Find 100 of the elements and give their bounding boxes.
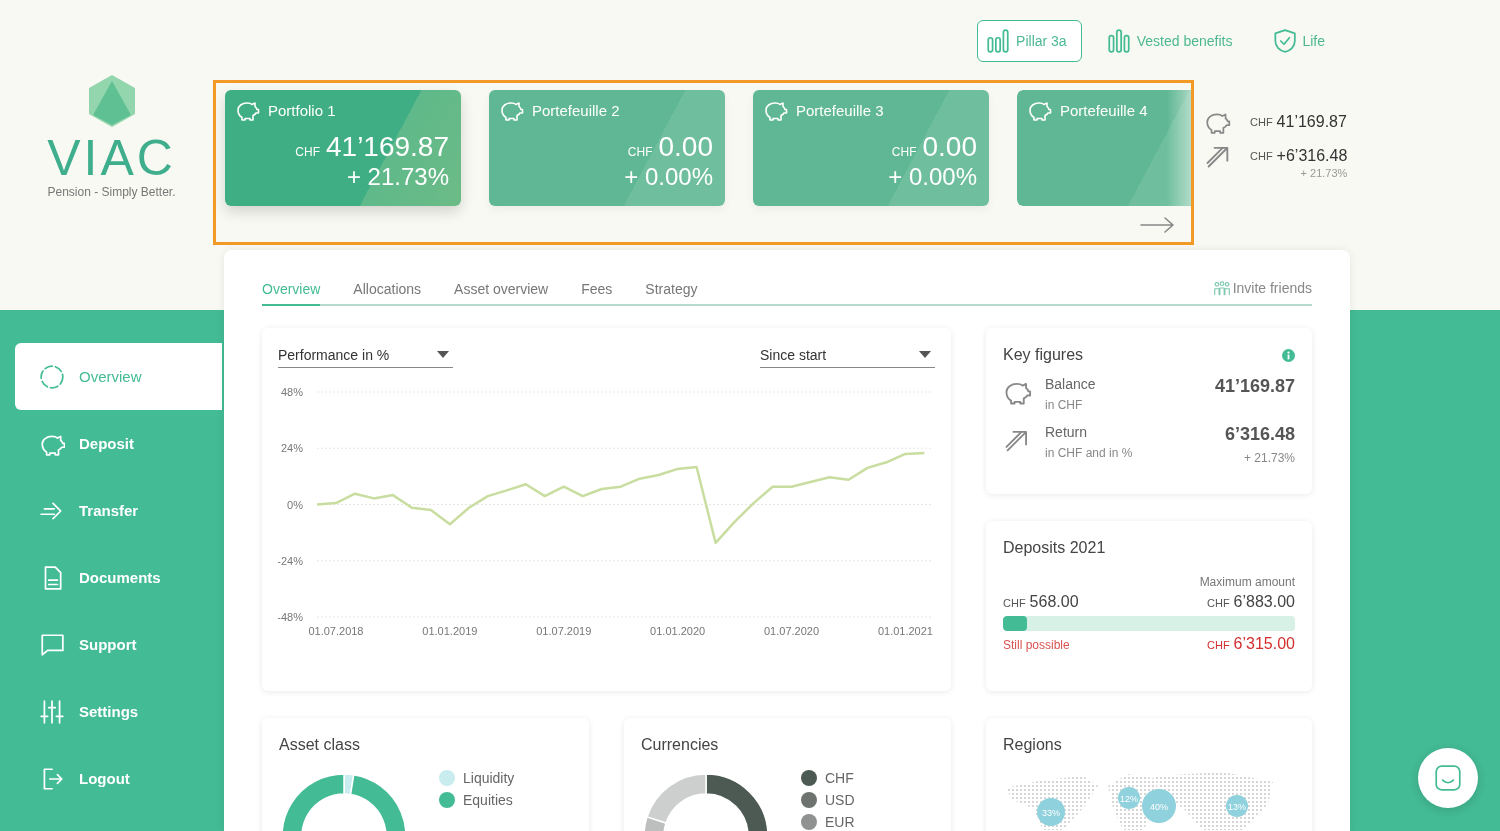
currency-label: CHF bbox=[1003, 597, 1026, 609]
region-bubble bbox=[1037, 798, 1065, 826]
region-bubble bbox=[1142, 789, 1176, 823]
figure-percentage: + 21.73% bbox=[1242, 451, 1295, 465]
caret-icon bbox=[437, 351, 449, 358]
maximum-amount: 6’883.00 bbox=[1233, 593, 1295, 611]
card-title: Currencies bbox=[641, 736, 720, 754]
portfolio-return: + 0.00% bbox=[624, 163, 713, 191]
sidebar-item[interactable]: Logout bbox=[15, 745, 222, 812]
settings-icon bbox=[39, 698, 65, 725]
caret-icon bbox=[919, 351, 931, 358]
x-axis-label: 01.07.2018 bbox=[308, 625, 364, 637]
x-axis-label: 01.07.2019 bbox=[536, 625, 592, 637]
portfolio-card[interactable]: Portefeuille 3 CHF 0.00 + 0.00% bbox=[753, 90, 989, 206]
region-percentage: 13% bbox=[1228, 801, 1246, 812]
region-percentage: 40% bbox=[1150, 801, 1168, 812]
region-percentage: 12% bbox=[1120, 793, 1138, 804]
dropdown[interactable]: Since start bbox=[760, 342, 935, 368]
currency-label: CHF bbox=[627, 145, 653, 159]
y-axis-label: -24% bbox=[278, 554, 303, 567]
y-axis-label: 48% bbox=[280, 386, 303, 398]
portfolio-balance: 0.00 bbox=[922, 131, 977, 163]
bars-icon bbox=[986, 28, 1011, 54]
x-axis-label: 01.01.2019 bbox=[422, 625, 478, 637]
figure-label: Return bbox=[1045, 424, 1089, 440]
logo-tagline: Pension - Simply Better. bbox=[47, 185, 176, 199]
sidebar-item[interactable]: Transfer bbox=[15, 477, 222, 544]
logo-wordmark: VIAC bbox=[47, 133, 176, 183]
currency-label: CHF bbox=[1250, 116, 1273, 128]
portfolio-name: Portefeuille 3 bbox=[796, 101, 884, 119]
total-balance: 41’169.87 bbox=[1276, 113, 1347, 131]
portfolio-name: Portefeuille 4 bbox=[1060, 101, 1148, 119]
total-return: +6’316.48 bbox=[1276, 147, 1348, 165]
product-tab[interactable]: Vested benefits bbox=[1097, 20, 1248, 62]
currency-label: CHF bbox=[891, 145, 917, 159]
card-title: Deposits 2021 bbox=[1003, 539, 1107, 557]
portfolio-return: + 0.00% bbox=[888, 163, 977, 191]
currency-label: CHF bbox=[1250, 150, 1273, 162]
remaining-label: Still possible bbox=[1003, 638, 1070, 652]
card-title: Key figures bbox=[1003, 346, 1084, 364]
portfolio-card[interactable]: Portefeuille 4 bbox=[1017, 90, 1191, 206]
tab[interactable]: Fees bbox=[581, 281, 613, 306]
legend-label: Liquidity bbox=[463, 770, 515, 786]
y-axis-label: -48% bbox=[278, 611, 303, 623]
currency-label: CHF bbox=[1207, 639, 1230, 651]
figure-unit: in CHF and in % bbox=[1045, 446, 1134, 460]
portfolio-return: + 21.73% bbox=[346, 163, 449, 191]
region-bubble bbox=[1226, 795, 1248, 817]
portfolio-card[interactable]: Portefeuille 2 CHF 0.00 + 0.00% bbox=[489, 90, 725, 206]
dropdown[interactable]: Performance in % bbox=[278, 342, 453, 368]
sidebar-item[interactable]: Deposit bbox=[15, 410, 222, 477]
currency-label: CHF bbox=[295, 145, 320, 159]
sidebar-item[interactable]: Overview bbox=[15, 343, 222, 410]
figure-value: 41’169.87 bbox=[1214, 376, 1295, 397]
figure-label: Balance bbox=[1045, 376, 1097, 392]
sidebar-item[interactable]: Support bbox=[15, 611, 222, 678]
figure-unit: in CHF bbox=[1045, 398, 1084, 412]
legend-label: USD bbox=[825, 792, 855, 808]
tab[interactable]: Overview bbox=[262, 281, 321, 306]
figure-value: 6’316.48 bbox=[1224, 424, 1295, 445]
shield-check-icon bbox=[1272, 28, 1297, 54]
return-percentage: + 21.73% bbox=[1299, 167, 1348, 179]
card-title: Regions bbox=[1003, 736, 1063, 754]
logo-hexagon-icon bbox=[88, 75, 135, 127]
chat-button[interactable] bbox=[1418, 748, 1478, 808]
card-title: Asset class bbox=[279, 736, 361, 754]
deposited-amount: 568.00 bbox=[1029, 593, 1079, 611]
x-axis-label: 01.01.2020 bbox=[650, 625, 706, 637]
portfolio-card[interactable]: Portfolio 1 CHF 41’169.87 + 21.73% bbox=[225, 90, 461, 206]
product-tab[interactable]: Pillar 3a bbox=[977, 20, 1082, 62]
legend-label: EUR bbox=[825, 814, 855, 830]
dropdown-value: Since start bbox=[760, 346, 827, 363]
speech-bubble-icon bbox=[39, 631, 65, 658]
bars-icon bbox=[1106, 28, 1131, 54]
legend-label: CHF bbox=[825, 770, 854, 786]
maximum-label: Maximum amount bbox=[1198, 575, 1295, 589]
x-axis-label: 01.01.2021 bbox=[877, 625, 933, 637]
chat-icon bbox=[1433, 763, 1463, 793]
currency-label: CHF bbox=[1207, 597, 1230, 609]
product-tab[interactable]: Life bbox=[1263, 20, 1340, 62]
region-percentage: 33% bbox=[1042, 807, 1060, 818]
arrow-right-icon[interactable] bbox=[1140, 216, 1175, 234]
portfolio-name: Portfolio 1 bbox=[268, 101, 336, 119]
portfolio-balance: 0.00 bbox=[658, 131, 713, 163]
invite-friends-link[interactable]: Invite friends bbox=[1212, 280, 1312, 304]
x-axis-label: 01.07.2020 bbox=[764, 625, 820, 637]
sidebar-item[interactable]: Settings bbox=[15, 678, 222, 745]
info-icon bbox=[1282, 348, 1295, 362]
tab[interactable]: Strategy bbox=[645, 281, 698, 306]
legend-label: Equities bbox=[463, 792, 513, 808]
tab[interactable]: Allocations bbox=[353, 281, 422, 306]
region-bubble bbox=[1118, 787, 1140, 809]
remaining-amount: 6’315.00 bbox=[1233, 635, 1295, 653]
portfolio-balance: 41’169.87 bbox=[326, 131, 449, 163]
tab[interactable]: Asset overview bbox=[454, 281, 549, 306]
y-axis-label: 24% bbox=[280, 442, 303, 455]
sidebar-item[interactable]: Documents bbox=[15, 544, 222, 611]
portfolio-name: Portefeuille 2 bbox=[532, 101, 620, 119]
dropdown-value: Performance in % bbox=[278, 346, 390, 363]
people-icon bbox=[1212, 280, 1231, 296]
